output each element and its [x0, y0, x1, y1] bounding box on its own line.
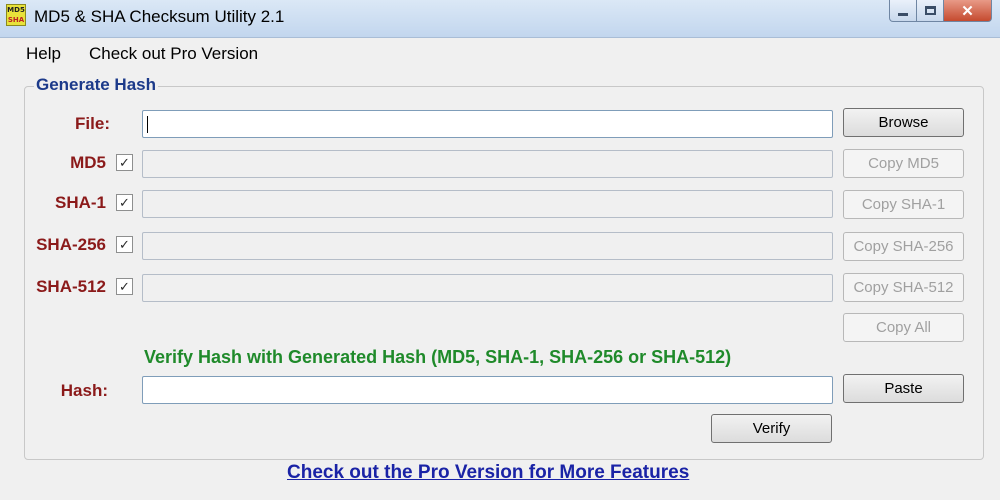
sha256-output-field[interactable] [142, 232, 833, 260]
sha256-check-icon: ✓ [119, 237, 130, 252]
md5-output-field[interactable] [142, 150, 833, 178]
maximize-button[interactable] [917, 0, 944, 22]
close-icon: ✕ [961, 2, 974, 20]
app-icon: MD5 SHA [6, 4, 26, 26]
window-title: MD5 & SHA Checksum Utility 2.1 [34, 7, 285, 26]
sha512-check-icon: ✓ [119, 279, 130, 294]
verify-hash-title: Verify Hash with Generated Hash (MD5, SH… [144, 347, 732, 367]
menu-bar: Help Check out Pro Version [0, 38, 1000, 70]
text-caret [147, 116, 148, 133]
minimize-icon [898, 13, 908, 16]
paste-button[interactable]: Paste [843, 374, 964, 403]
copy-sha1-button[interactable]: Copy SHA-1 [843, 190, 964, 219]
sha1-check-icon: ✓ [119, 195, 130, 210]
hash-input[interactable] [142, 376, 833, 404]
sha512-output-field[interactable] [142, 274, 833, 302]
generate-hash-title: Generate Hash [34, 75, 158, 95]
menu-check-out-pro[interactable]: Check out Pro Version [75, 44, 272, 64]
sha1-label: SHA-1 [54, 193, 106, 212]
copy-sha512-button[interactable]: Copy SHA-512 [843, 273, 964, 302]
copy-sha256-button[interactable]: Copy SHA-256 [843, 232, 964, 261]
sha1-checkbox[interactable]: ✓ [116, 194, 133, 211]
app-icon-text-md5: MD5 [7, 6, 25, 14]
file-label: File: [75, 114, 110, 133]
hash-label: Hash: [60, 381, 108, 400]
copy-md5-button[interactable]: Copy MD5 [843, 149, 964, 178]
close-button[interactable]: ✕ [944, 0, 992, 22]
title-bar: MD5 SHA MD5 & SHA Checksum Utility 2.1 ✕ [0, 0, 1000, 38]
browse-button[interactable]: Browse [843, 108, 964, 137]
sha256-checkbox[interactable]: ✓ [116, 236, 133, 253]
sha512-label: SHA-512 [36, 277, 106, 296]
copy-all-button[interactable]: Copy All [843, 313, 964, 342]
md5-checkbox[interactable]: ✓ [116, 154, 133, 171]
sha256-label: SHA-256 [36, 235, 106, 254]
maximize-icon [924, 6, 936, 15]
pro-version-link[interactable]: Check out the Pro Version for More Featu… [287, 462, 689, 484]
minimize-button[interactable] [889, 0, 917, 22]
menu-help[interactable]: Help [0, 44, 75, 64]
window-controls: ✕ [889, 0, 992, 22]
app-icon-text-sha: SHA [7, 16, 25, 24]
file-path-input[interactable] [142, 110, 833, 138]
sha512-checkbox[interactable]: ✓ [116, 278, 133, 295]
verify-button[interactable]: Verify [711, 414, 832, 443]
md5-check-icon: ✓ [119, 155, 130, 170]
sha1-output-field[interactable] [142, 190, 833, 218]
md5-label: MD5 [70, 153, 106, 172]
